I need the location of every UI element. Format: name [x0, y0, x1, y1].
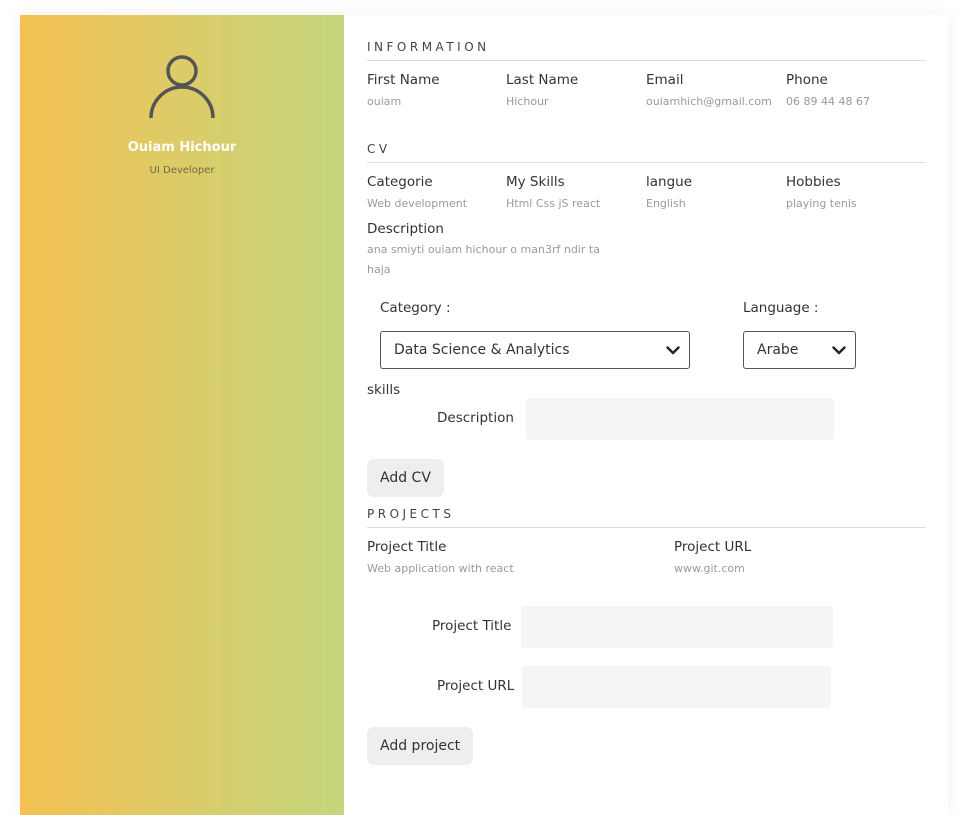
chevron-down-icon	[832, 346, 846, 355]
first-name-value: ouiam	[367, 95, 402, 108]
profile-sidebar: Ouiam Hichour UI Developer	[20, 15, 344, 815]
category-select-value: Data Science & Analytics	[394, 342, 570, 358]
project-title-label: Project Title	[367, 539, 447, 555]
profile-card: Ouiam Hichour UI Developer INFORMATION F…	[20, 15, 948, 815]
language-select-label: Language :	[743, 300, 819, 316]
main-content: INFORMATION First Name ouiam Last Name H…	[367, 15, 927, 815]
phone-value: 06 89 44 48 67	[786, 95, 870, 108]
langue-label: langue	[646, 174, 693, 190]
description-label: Description	[367, 221, 444, 237]
language-select[interactable]: Arabe	[743, 331, 856, 369]
categorie-label: Categorie	[367, 174, 433, 190]
categorie-value: Web development	[367, 197, 468, 210]
section-title-information: INFORMATION	[367, 40, 490, 54]
language-select-value: Arabe	[757, 342, 799, 358]
section-title-cv: CV	[367, 142, 391, 156]
divider	[367, 527, 926, 528]
email-value: ouiamhich@gmail.com	[646, 95, 772, 108]
project-url-value: www.git.com	[674, 562, 745, 575]
cv-description-input[interactable]	[526, 398, 834, 440]
divider	[367, 162, 926, 163]
hobbies-label: Hobbies	[786, 174, 841, 190]
last-name-label: Last Name	[506, 72, 579, 88]
category-select[interactable]: Data Science & Analytics	[380, 331, 690, 369]
first-name-label: First Name	[367, 72, 440, 88]
phone-label: Phone	[786, 72, 828, 88]
category-select-label: Category :	[380, 300, 451, 316]
skills-value: Html Css jS react	[506, 197, 601, 210]
user-role: UI Developer	[149, 165, 215, 176]
last-name-value: Hichour	[506, 95, 549, 108]
description-value: ana smiyti ouiam hichour o man3rf ndir t…	[367, 243, 600, 276]
divider	[367, 60, 926, 61]
project-title-value: Web application with react	[367, 562, 514, 575]
section-title-projects: PROJECTS	[367, 507, 455, 521]
project-url-label: Project URL	[674, 539, 752, 555]
skills-input-label: skills	[367, 382, 401, 398]
add-cv-button[interactable]: Add CV	[367, 459, 444, 497]
email-label: Email	[646, 72, 684, 88]
cv-description-label: Description	[437, 410, 514, 426]
user-icon	[149, 55, 215, 119]
project-url-input[interactable]	[522, 666, 831, 708]
project-title-input[interactable]	[521, 606, 833, 648]
add-project-button[interactable]: Add project	[367, 727, 474, 765]
skills-label: My Skills	[506, 174, 565, 190]
langue-value: English	[646, 197, 686, 210]
project-url-input-label: Project URL	[437, 678, 515, 694]
hobbies-value: playing tenis	[786, 197, 857, 210]
chevron-down-icon	[666, 346, 680, 355]
user-name: Ouiam Hichour	[127, 140, 237, 155]
project-title-input-label: Project Title	[432, 618, 512, 634]
